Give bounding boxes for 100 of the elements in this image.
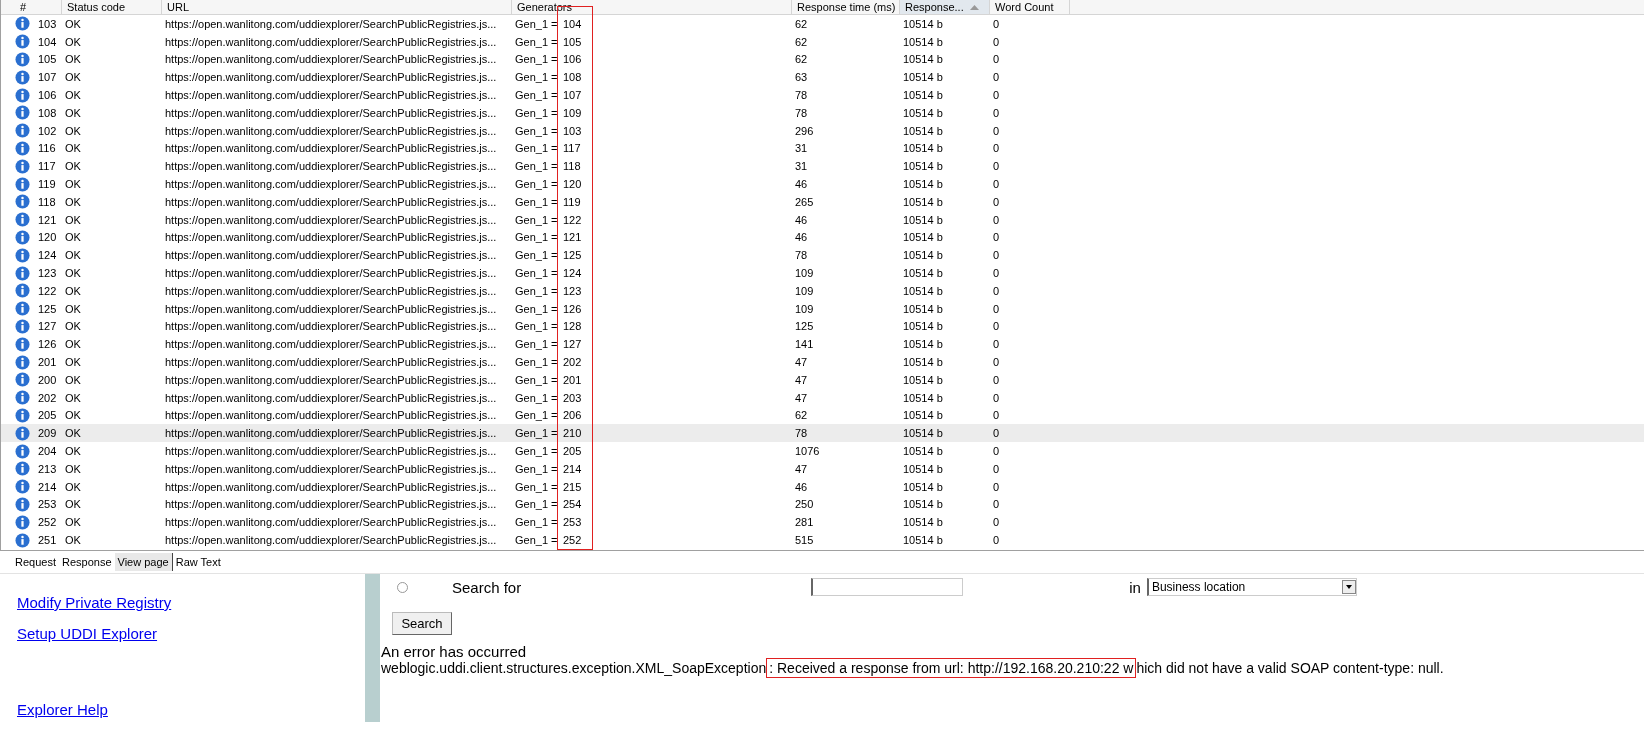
- table-cell-text: OK: [64, 71, 82, 84]
- table-cell-text: 122: [562, 213, 583, 226]
- table-cell-text: 204: [37, 445, 58, 457]
- error-message: weblogic.uddi.client.structures.exception.XML_SoapException : Received a response from url: http://192.168.20.210:22 w hich did not have a valid SOAP content-type: null.: [381, 660, 1445, 676]
- info-icon: [15, 34, 30, 50]
- select-field[interactable]: Business location: [1146, 578, 1357, 596]
- tab[interactable]: View page: [114, 553, 173, 571]
- table-cell-text: 125: [37, 302, 58, 315]
- table-cell-text: 0: [992, 302, 1001, 315]
- info-icon: [15, 407, 30, 423]
- search-button[interactable]: Search: [392, 612, 452, 635]
- info-icon: [15, 479, 30, 495]
- table-cell-text: https://open.wanlitong.com/uddiexplorer/SearchPublicRegistries.js...: [164, 89, 498, 102]
- table-cell-text: OK: [64, 409, 82, 422]
- table-cell-text: Gen_1 =: [514, 17, 559, 30]
- table-cell-text: 10514 b: [902, 160, 944, 173]
- table-cell-text: 0: [992, 284, 1001, 297]
- column-header[interactable]: Response...: [905, 1, 964, 14]
- table-cell-text: OK: [64, 35, 82, 48]
- table-cell-text: 10514 b: [902, 213, 944, 226]
- table-cell-text: OK: [64, 231, 82, 244]
- table-cell-text: OK: [64, 302, 82, 315]
- table-cell-text: 119: [37, 178, 57, 191]
- table-cell-text: 10514 b: [902, 498, 944, 511]
- column-header[interactable]: URL: [167, 1, 189, 14]
- table-cell-text: 215: [562, 480, 583, 493]
- table-cell-text: 0: [992, 498, 1001, 511]
- table-row[interactable]: 209 OK https://open.wanlitong.com/uddiexplorer/SearchPublicRegistries.js... Gen_1 = 210 78 10514 b 0: [1, 424, 1644, 443]
- table-cell-text: 47: [794, 391, 809, 404]
- table-cell-text: 203: [562, 391, 583, 404]
- table-cell-text: 0: [992, 124, 1001, 137]
- column-header[interactable]: Word Count: [995, 1, 1054, 14]
- table-cell-text: Gen_1 =: [514, 534, 559, 546]
- table-cell-text: OK: [64, 534, 82, 546]
- table-cell-text: 0: [992, 356, 1001, 369]
- table-cell-text: 109: [794, 302, 815, 315]
- column-header[interactable]: Status code: [67, 1, 126, 14]
- table-cell-text: Gen_1 =: [514, 427, 559, 440]
- table-cell-text: 31: [794, 160, 809, 173]
- column-header[interactable]: Generators: [517, 1, 573, 14]
- table-cell-text: https://open.wanlitong.com/uddiexplorer/SearchPublicRegistries.js...: [164, 17, 498, 30]
- info-icon: [15, 301, 30, 317]
- table-cell-text: https://open.wanlitong.com/uddiexplorer/SearchPublicRegistries.js...: [164, 213, 498, 226]
- table-cell-text: 126: [562, 302, 583, 315]
- table-cell-text: 123: [37, 267, 58, 280]
- table-cell-text: Gen_1 =: [514, 267, 559, 280]
- table-cell-text: https://open.wanlitong.com/uddiexplorer/SearchPublicRegistries.js...: [164, 338, 498, 351]
- table-cell-text: 0: [992, 71, 1001, 84]
- table-cell-text: 109: [562, 106, 583, 119]
- table-cell-text: 10514 b: [902, 373, 944, 386]
- table-cell-text: 0: [992, 17, 1001, 30]
- table-cell-text: 0: [992, 534, 1001, 546]
- column-header[interactable]: #: [20, 1, 27, 14]
- table-cell-text: Gen_1 =: [514, 106, 559, 119]
- table-cell-text: 214: [37, 480, 58, 493]
- table-cell-text: 47: [794, 462, 809, 475]
- table-cell-text: 46: [794, 231, 809, 244]
- nav-link[interactable]: Explorer Help: [17, 701, 365, 718]
- info-icon: [15, 318, 30, 334]
- table-cell-text: 210: [562, 427, 583, 440]
- table-cell-text: https://open.wanlitong.com/uddiexplorer/SearchPublicRegistries.js...: [164, 231, 498, 244]
- column-header[interactable]: Response time (ms): [797, 1, 896, 14]
- table-cell-text: OK: [64, 249, 82, 262]
- table-cell-text: https://open.wanlitong.com/uddiexplorer/SearchPublicRegistries.js...: [164, 267, 498, 280]
- table-cell-text: 201: [37, 356, 58, 369]
- table-cell-text: 127: [562, 338, 583, 351]
- table-cell-text: 254: [562, 498, 583, 511]
- table-cell-text: 10514 b: [902, 338, 944, 351]
- table-cell-text: 251: [37, 534, 58, 546]
- table-cell-text: Gen_1 =: [514, 462, 559, 475]
- info-icon: [15, 514, 30, 530]
- table-cell-text: 62: [794, 35, 809, 48]
- table-cell-text: 123: [562, 284, 583, 297]
- search-field[interactable]: [811, 578, 964, 596]
- table-cell-text: Gen_1 =: [514, 160, 559, 173]
- table-cell-text: 10514 b: [902, 71, 944, 84]
- table-cell-text: https://open.wanlitong.com/uddiexplorer/SearchPublicRegistries.js...: [164, 445, 498, 457]
- table-cell-text: https://open.wanlitong.com/uddiexplorer/SearchPublicRegistries.js...: [164, 320, 498, 333]
- radio-button[interactable]: [397, 581, 408, 593]
- table-cell-text: 120: [37, 231, 58, 244]
- table-cell-text: https://open.wanlitong.com/uddiexplorer/SearchPublicRegistries.js...: [164, 249, 498, 262]
- nav-link[interactable]: Setup UDDI Explorer: [17, 625, 365, 642]
- table-cell-text: Gen_1 =: [514, 445, 559, 457]
- table-cell-text: OK: [64, 391, 82, 404]
- info-icon: [15, 532, 30, 548]
- table-cell-text: 10514 b: [902, 249, 944, 262]
- tab[interactable]: Response: [59, 553, 115, 571]
- table-cell-text: https://open.wanlitong.com/uddiexplorer/SearchPublicRegistries.js...: [164, 498, 498, 511]
- table-cell-text: OK: [64, 267, 82, 280]
- table-cell-text: Gen_1 =: [514, 516, 559, 529]
- table-cell-text: 281: [794, 516, 815, 529]
- table-cell-text: 0: [992, 106, 1001, 119]
- tab[interactable]: Request: [12, 553, 59, 571]
- nav-link[interactable]: Modify Private Registry: [17, 594, 365, 611]
- table-cell-text: 0: [992, 35, 1001, 48]
- tab[interactable]: Raw Text: [172, 553, 224, 571]
- table-cell-text: Gen_1 =: [514, 178, 559, 191]
- table-cell-text: 252: [562, 534, 583, 546]
- table-cell-text: 103: [37, 17, 58, 30]
- table-cell-text: 10514 b: [902, 89, 944, 102]
